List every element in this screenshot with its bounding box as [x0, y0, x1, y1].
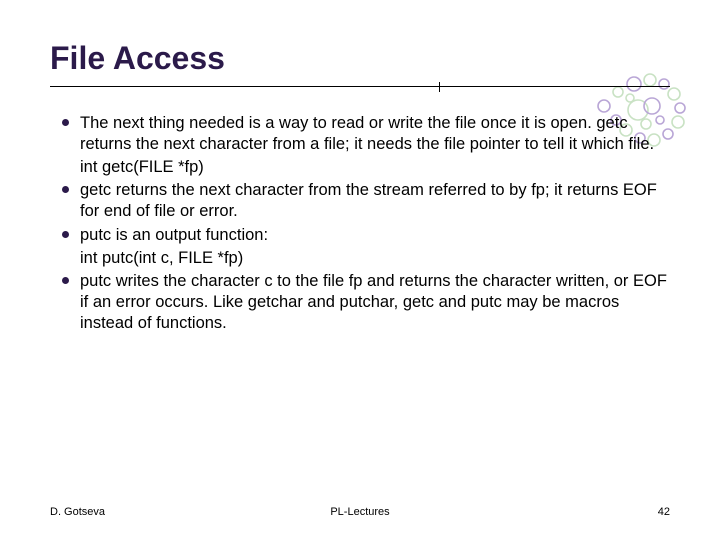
code-line: int putc(int c, FILE *fp): [50, 248, 670, 269]
bullet-dot-icon: [62, 231, 69, 238]
item-text: getc returns the next character from the…: [80, 180, 670, 222]
bullet-gutter: [50, 248, 80, 269]
bullet-item: getc returns the next character from the…: [50, 180, 670, 222]
slide-footer: D. Gotseva PL-Lectures 42: [50, 506, 670, 518]
item-text: putc writes the character c to the file …: [80, 271, 670, 334]
bullet-gutter: [50, 225, 80, 246]
item-text: int getc(FILE *fp): [80, 157, 670, 178]
item-text: The next thing needed is a way to read o…: [80, 113, 670, 155]
slide-title: File Access: [50, 40, 670, 85]
slide-content: The next thing needed is a way to read o…: [50, 113, 670, 334]
item-text: putc is an output function:: [80, 225, 670, 246]
bullet-item: The next thing needed is a way to read o…: [50, 113, 670, 155]
bullet-dot-icon: [62, 186, 69, 193]
bullet-gutter: [50, 113, 80, 155]
bullet-dot-icon: [62, 277, 69, 284]
code-line: int getc(FILE *fp): [50, 157, 670, 178]
bullet-gutter: [50, 271, 80, 334]
bullet-item: putc is an output function:: [50, 225, 670, 246]
slide: File Access The next thing needed is a w…: [0, 0, 720, 540]
item-text: int putc(int c, FILE *fp): [80, 248, 670, 269]
bullet-gutter: [50, 157, 80, 178]
bullet-item: putc writes the character c to the file …: [50, 271, 670, 334]
footer-center: PL-Lectures: [50, 506, 670, 518]
title-rule: [50, 86, 670, 87]
bullet-dot-icon: [62, 119, 69, 126]
bullet-gutter: [50, 180, 80, 222]
